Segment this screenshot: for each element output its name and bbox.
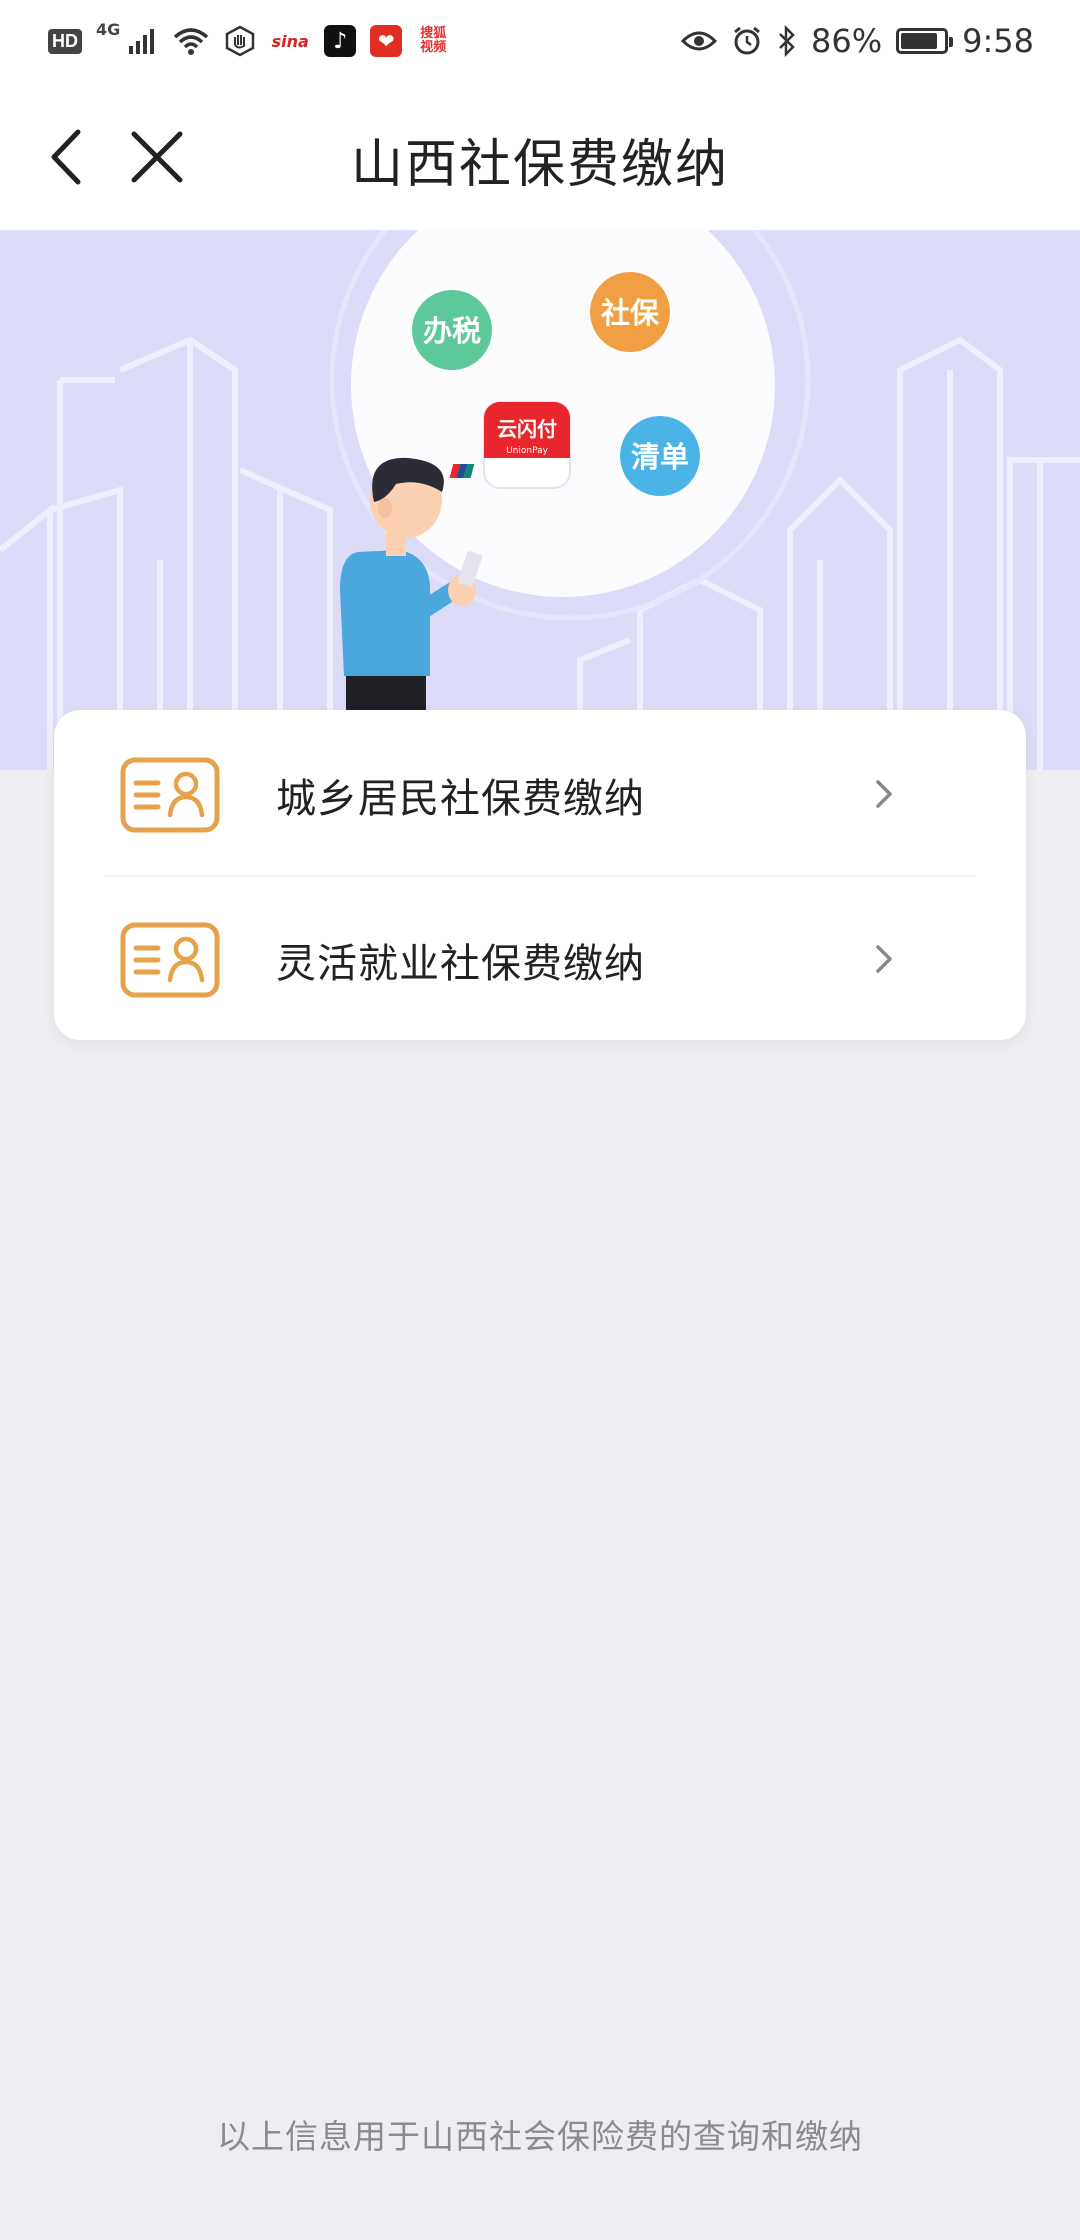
network-type-label: 4G	[96, 20, 121, 39]
menu-item-label: 城乡居民社保费缴纳	[276, 776, 645, 822]
unionpay-app-label: 云闪付	[497, 417, 557, 441]
social-security-bubble-label: 社保	[601, 296, 660, 330]
battery-icon	[896, 28, 954, 54]
city-skyline-left	[0, 336, 333, 770]
page-title: 山西社保费缴纳	[350, 135, 729, 195]
list-bubble-label: 清单	[631, 440, 689, 474]
status-bar-right: 86% 9:58	[681, 20, 1034, 62]
signal-icon	[129, 29, 155, 54]
alarm-icon	[734, 26, 760, 55]
tax-bubble-label: 办税	[423, 314, 481, 348]
battery-level	[901, 33, 938, 49]
tiktok-app-icon: ♪	[324, 25, 357, 57]
status-bar-left: HD 4G sina ♪ ❤ 搜狐视频	[48, 20, 451, 62]
status-bar: HD 4G sina ♪ ❤ 搜狐视频 86% 9:58	[0, 0, 1080, 82]
wifi-icon	[174, 28, 209, 55]
social-security-bubble: 社保	[590, 272, 670, 352]
menu-item-flexible-employment[interactable]: 灵活就业社保费缴纳	[54, 875, 1026, 1040]
unionpay-sub-label: UnionPay	[506, 446, 549, 456]
chevron-right-icon	[876, 780, 892, 808]
battery-percent: 86%	[811, 22, 883, 60]
chevron-right-icon	[876, 945, 892, 973]
id-card-icon	[120, 922, 220, 998]
menu-item-label: 灵活就业社保费缴纳	[276, 941, 645, 987]
clock-time: 9:58	[962, 22, 1034, 60]
eye-icon	[681, 31, 718, 51]
footer-note: 以上信息用于山西社会保险费的查询和缴纳	[217, 2117, 863, 2156]
hand-icon	[226, 25, 255, 57]
navigation-bar: 山西社保费缴纳	[0, 82, 1080, 230]
tax-bubble: 办税	[412, 290, 492, 370]
hero-banner: 办税 社保 清单 云闪付 UnionPay	[0, 230, 1080, 770]
list-bubble: 清单	[620, 416, 700, 496]
pinduoduo-app-icon: ❤	[370, 25, 403, 57]
hero-illustration: 办税 社保 清单 云闪付 UnionPay	[0, 230, 1080, 770]
id-card-icon	[120, 757, 220, 833]
menu-item-urban-rural-resident[interactable]: 城乡居民社保费缴纳	[54, 710, 1026, 875]
bluetooth-icon	[779, 25, 795, 57]
sogou-video-app-icon: 搜狐视频	[416, 25, 451, 57]
hd-badge: HD	[48, 28, 82, 54]
sina-app-icon: sina	[270, 25, 311, 57]
menu-card: 城乡居民社保费缴纳 灵活就业社保费缴纳	[54, 710, 1026, 1040]
